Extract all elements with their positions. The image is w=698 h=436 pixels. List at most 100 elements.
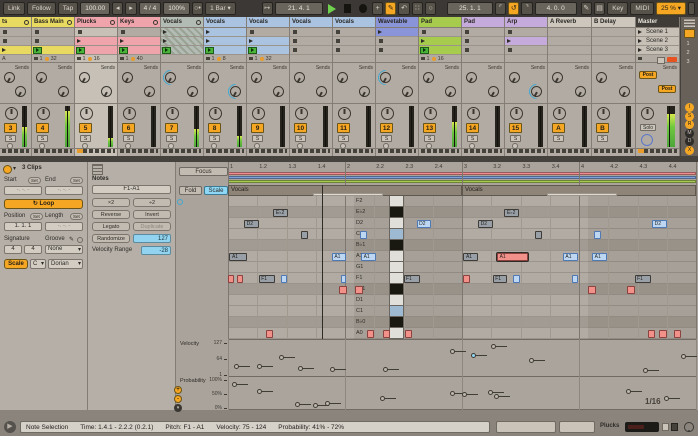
midi-note[interactable] [281,275,287,283]
send-a-knob[interactable] [466,72,477,83]
track-activator-button[interactable]: 13 [423,123,436,133]
probability-marker[interactable] [664,396,669,401]
track-activator-button[interactable]: 8 [208,123,221,133]
track-header[interactable]: Plucks [75,17,117,28]
crossfade-assign[interactable] [378,149,416,153]
midi-note[interactable]: A1 [361,253,376,261]
track-header[interactable]: Vocals [247,17,289,28]
double-time-button[interactable]: ÷2 [133,198,171,207]
crossfade-assign[interactable] [2,149,29,153]
send-b-knob[interactable] [488,86,499,97]
track-header[interactable]: Pad [419,17,461,28]
midi-note[interactable]: F1 [635,275,651,283]
tap-tempo-button[interactable]: Tap [58,2,78,14]
clip-slot[interactable] [505,46,547,55]
pan-knob[interactable] [80,107,93,120]
midi-note[interactable]: A1 [592,253,607,261]
send-a-knob[interactable] [36,72,47,83]
session-record-transport[interactable] [667,57,677,62]
pitch-range-field[interactable]: F1-A1 [92,185,171,194]
track-header[interactable]: Pad [462,17,504,28]
track-header[interactable]: Vocals [161,17,203,28]
midi-note[interactable]: F1 [259,275,275,283]
solo-button[interactable]: S [295,135,306,142]
send-b-knob[interactable] [187,86,198,97]
scene-launch-icon[interactable] [638,48,642,52]
lane-expand-icon[interactable]: ▾ [174,404,182,412]
clip-slot[interactable] [204,37,246,46]
remove-lane-button[interactable]: - [174,395,182,403]
pan-knob[interactable] [338,107,351,120]
solo-button[interactable]: S [467,135,478,142]
pan-knob[interactable] [5,107,18,120]
clip-slot[interactable] [0,28,31,37]
clip-slot[interactable] [247,37,289,46]
clip-slot[interactable] [505,28,547,37]
track-header[interactable]: Arp [505,17,547,28]
groove-commit-icon[interactable] [77,237,83,243]
solo-button[interactable]: S [553,135,564,142]
crossfade-assign[interactable] [335,149,373,153]
signature-numerator-field[interactable]: 4 [4,245,22,254]
solo-button[interactable]: S [123,135,134,142]
velocity-marker[interactable] [234,364,239,369]
clip-slot[interactable] [592,28,635,37]
nudge-down-icon[interactable]: ◂ [112,2,123,15]
crossfade-assign[interactable] [206,149,244,153]
midi-note[interactable]: A1 [497,253,528,261]
clip-slot[interactable] [32,28,74,37]
halve-time-button[interactable]: ×2 [92,198,130,207]
pan-knob[interactable] [381,107,394,120]
solo-button[interactable]: S [37,135,48,142]
midi-note[interactable]: A1 [463,253,478,261]
clip-slot[interactable] [118,37,160,46]
play-button[interactable] [328,4,336,14]
clip-slot[interactable] [75,28,117,37]
scene-overview-icon[interactable] [684,19,695,27]
cpu-meter[interactable]: 25 % ▾ [656,2,686,14]
solo-button[interactable]: S [252,135,263,142]
reenable-automation-icon[interactable]: ↶ [398,2,409,15]
length-value-field[interactable]: -. -. - [45,222,83,231]
crossfade-assign[interactable] [249,149,287,153]
computer-midi-keyboard-icon[interactable]: ▤ [594,2,605,15]
send-a-knob[interactable] [552,72,563,83]
pan-knob[interactable] [166,107,179,120]
track-activator-button[interactable]: 15 [509,123,522,133]
pan-knob[interactable] [295,107,308,120]
track-activator-button[interactable]: 7 [165,123,178,133]
post-toggle-b[interactable]: Post [658,85,676,93]
loop-start-field[interactable]: 25. 1. 1 [447,2,493,14]
invert-button[interactable]: Invert [133,210,171,219]
pan-knob[interactable] [467,107,480,120]
track-header[interactable]: ts [0,17,31,28]
send-a-knob[interactable] [337,72,348,83]
midi-note[interactable] [367,330,374,338]
track-header[interactable]: A Reverb [548,17,591,28]
clip-slot[interactable] [592,46,635,55]
end-value-field[interactable]: -. -. - [45,186,83,195]
clip-slot[interactable] [290,28,332,37]
randomize-range-field[interactable]: 127 [133,234,171,243]
note-tools-tab-icon[interactable] [92,164,103,175]
draw-mode-icon[interactable]: ✎ [581,2,592,15]
send-b-knob[interactable] [445,86,456,97]
clip-slot[interactable] [161,46,203,55]
track-activator-button[interactable]: 4 [36,123,49,133]
crossfade-assign[interactable] [507,149,545,153]
midi-note[interactable]: E♭2 [273,209,288,217]
clip-slot[interactable] [548,37,591,46]
clip-loop-brace[interactable] [547,193,617,196]
track-activator-button[interactable]: B [596,123,609,133]
clip-slot[interactable] [548,46,591,55]
grid-setting-label[interactable]: 1/16 [645,397,661,406]
midi-note[interactable] [535,231,542,239]
crossfade-assign[interactable] [292,149,330,153]
velocity-marker[interactable] [491,344,496,349]
track-header[interactable]: Vocals [333,17,375,28]
midi-note[interactable] [360,231,367,239]
track-activator-button[interactable]: 9 [251,123,264,133]
crossfade-assign[interactable] [464,149,502,153]
scene-launch-icon[interactable] [638,30,642,34]
clip-slot[interactable] [118,28,160,37]
